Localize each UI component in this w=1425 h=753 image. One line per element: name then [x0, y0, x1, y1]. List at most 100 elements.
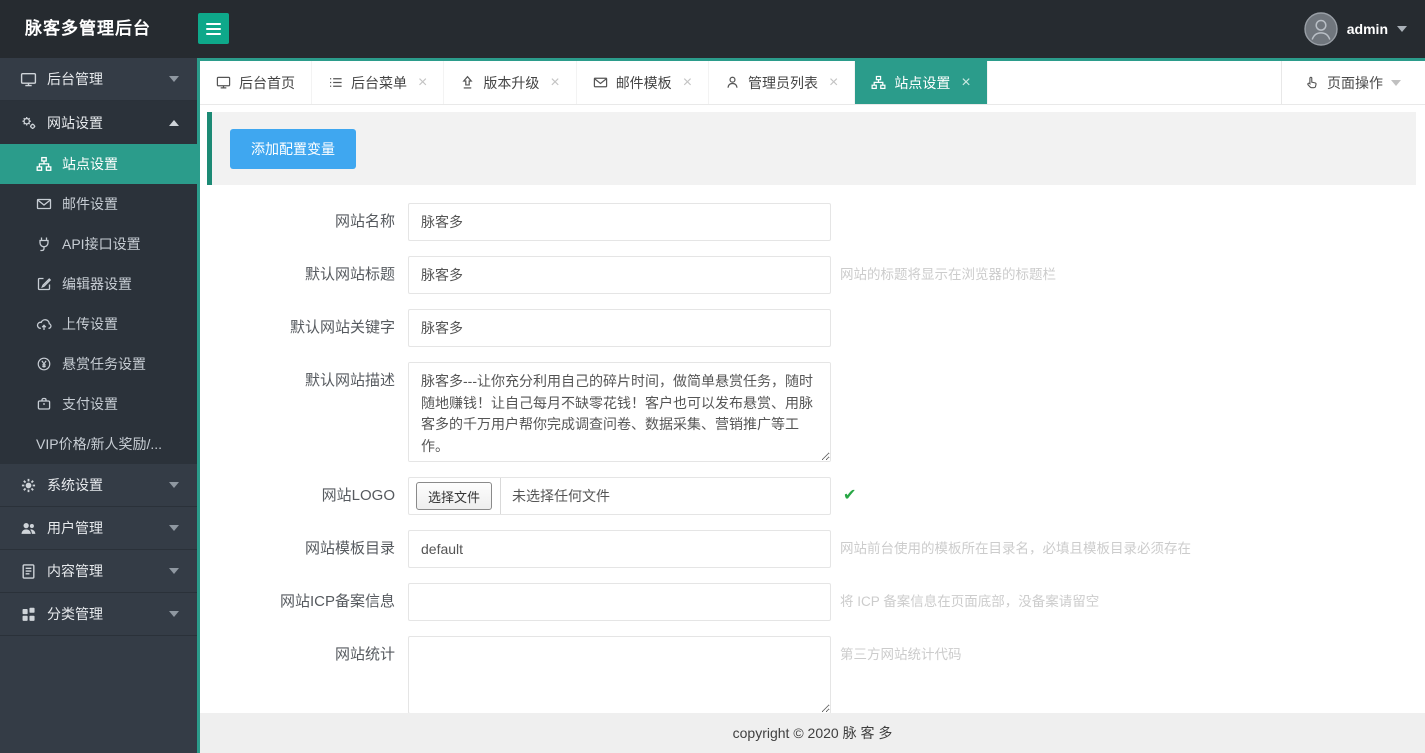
sidebar-item-label: 内容管理: [47, 563, 103, 579]
sidebar-item-label: 系统设置: [47, 477, 103, 493]
tab-label: 邮件模板: [615, 74, 672, 91]
sitemap-icon: [36, 156, 52, 172]
sidebar-item-label: 网站设置: [47, 114, 103, 131]
sidebar-item-label: 用户管理: [47, 520, 103, 536]
tab-version-upgrade[interactable]: 版本升级 ×: [444, 61, 577, 104]
tab-label: 后台首页: [239, 74, 295, 91]
page-actions-dropdown[interactable]: 页面操作: [1281, 61, 1425, 104]
user-menu[interactable]: admin: [1304, 0, 1407, 58]
default-title-input[interactable]: [408, 256, 831, 294]
tab-email-template[interactable]: 邮件模板 ×: [577, 61, 710, 104]
cloud-upload-icon: [36, 316, 52, 332]
site-name-input[interactable]: [408, 203, 831, 241]
form-row: 默认网站关键字: [200, 309, 1425, 347]
tab-label: 站点设置: [894, 74, 951, 91]
chevron-down-icon: [169, 76, 179, 82]
tab-label: 后台菜单: [351, 74, 407, 91]
username-label: admin: [1346, 21, 1388, 37]
sidebar-sub-upload-settings[interactable]: 上传设置: [0, 304, 197, 344]
form-row: 网站LOGO 选择文件 未选择任何文件 ✔: [200, 477, 1425, 515]
close-icon[interactable]: ×: [683, 74, 692, 91]
field-label: 网站名称: [334, 213, 395, 230]
chevron-down-icon: [169, 611, 179, 617]
chevron-down-icon: [169, 482, 179, 488]
sidebar-sub-reward-task-settings[interactable]: 悬赏任务设置: [0, 344, 197, 384]
sidebar: 后台管理 网站设置 站点设置 邮件设置 API接口设置 编辑器设置 上传设置 悬…: [0, 58, 200, 753]
sidebar-sub-payment-settings[interactable]: 支付设置: [0, 384, 197, 424]
chevron-down-icon: [1397, 26, 1407, 32]
close-icon[interactable]: ×: [829, 74, 838, 91]
sidebar-group-website-settings: 网站设置 站点设置 邮件设置 API接口设置 编辑器设置 上传设置 悬赏任务设置…: [0, 101, 197, 464]
divider: [500, 478, 502, 514]
tab-admin-menu[interactable]: 后台菜单 ×: [312, 61, 445, 104]
sidebar-sub-label: 悬赏任务设置: [62, 356, 146, 372]
sidebar-sub-label: 支付设置: [62, 396, 118, 412]
envelope-icon: [593, 75, 608, 90]
chevron-down-icon: [169, 525, 179, 531]
form-row: 网站ICP备案信息 将 ICP 备案信息在页面底部，没备案请留空: [200, 583, 1425, 621]
tab-label: 版本升级: [483, 74, 540, 91]
close-icon[interactable]: ×: [418, 74, 427, 91]
logo-file-input[interactable]: 选择文件 未选择任何文件: [408, 477, 831, 515]
yen-circle-icon: [36, 356, 52, 372]
tab-label: 管理员列表: [748, 74, 819, 91]
hand-pointer-icon: [1304, 75, 1319, 90]
icp-info-input[interactable]: [408, 583, 831, 621]
main-content: 添加配置变量 网站名称 默认网站标题 网站的标题将显示在浏览器的标题栏 默认网站…: [200, 105, 1425, 713]
sidebar-sub-vip-price[interactable]: VIP价格/新人奖励/...: [0, 424, 197, 464]
app-title: 脉客多管理后台: [25, 19, 151, 38]
default-description-textarea[interactable]: [408, 362, 831, 462]
sidebar-toggle-button[interactable]: [198, 13, 229, 44]
envelope-icon: [36, 196, 52, 212]
sidebar-item-user-manage[interactable]: 用户管理: [0, 507, 197, 550]
sidebar-sub-label: 上传设置: [62, 316, 118, 332]
field-label: 默认网站描述: [304, 372, 395, 389]
sidebar-sub-site-settings[interactable]: 站点设置: [0, 144, 197, 184]
sidebar-sub-label: 邮件设置: [62, 196, 118, 212]
field-hint: 网站的标题将显示在浏览器的标题栏: [840, 267, 1056, 282]
sidebar-item-label: 后台管理: [47, 71, 103, 87]
tab-home[interactable]: 后台首页: [200, 61, 312, 104]
upgrade-icon: [460, 75, 475, 90]
sidebar-item-admin-manage[interactable]: 后台管理: [0, 58, 197, 101]
sidebar-sub-label: 编辑器设置: [62, 276, 132, 292]
form-row: 默认网站描述: [200, 362, 1425, 462]
chevron-up-icon: [169, 119, 179, 126]
site-statistics-textarea[interactable]: [408, 636, 831, 713]
field-label: 网站LOGO: [321, 487, 395, 504]
grid-icon: [20, 606, 37, 623]
document-icon: [20, 563, 37, 580]
add-config-variable-button[interactable]: 添加配置变量: [230, 128, 356, 169]
sidebar-sub-email-settings[interactable]: 邮件设置: [0, 184, 197, 224]
field-label: 默认网站关键字: [289, 319, 395, 336]
toolbar-panel: 添加配置变量: [207, 112, 1416, 185]
field-label: 默认网站标题: [304, 266, 395, 283]
sidebar-item-website-settings[interactable]: 网站设置: [0, 101, 197, 144]
file-selected-label: 未选择任何文件: [512, 488, 611, 504]
sidebar-item-system-settings[interactable]: 系统设置: [0, 464, 197, 507]
close-icon[interactable]: ×: [961, 74, 970, 91]
sidebar-sub-editor-settings[interactable]: 编辑器设置: [0, 264, 197, 304]
template-dir-input[interactable]: [408, 530, 831, 568]
field-hint: 第三方网站统计代码: [840, 647, 962, 662]
sidebar-item-content-manage[interactable]: 内容管理: [0, 550, 197, 593]
sidebar-sub-api-settings[interactable]: API接口设置: [0, 224, 197, 264]
sidebar-item-category-manage[interactable]: 分类管理: [0, 593, 197, 636]
form-row: 网站模板目录 网站前台使用的模板所在目录名，必填且模板目录必须存在: [200, 530, 1425, 568]
choose-file-button[interactable]: 选择文件: [416, 482, 493, 510]
gears-icon: [20, 114, 37, 131]
site-settings-form: 网站名称 默认网站标题 网站的标题将显示在浏览器的标题栏 默认网站关键字 默认网…: [200, 203, 1425, 713]
field-label: 网站统计: [334, 646, 395, 663]
top-header: 脉客多管理后台 admin: [0, 0, 1425, 58]
tab-bar: 后台首页 后台菜单 × 版本升级 × 邮件模板 × 管理员列表 × 站点设置 ×…: [200, 58, 1425, 105]
close-icon[interactable]: ×: [550, 74, 559, 91]
default-keywords-input[interactable]: [408, 309, 831, 347]
sitemap-icon: [871, 75, 886, 90]
sidebar-item-label: 分类管理: [47, 606, 103, 622]
tab-admin-list[interactable]: 管理员列表 ×: [709, 61, 856, 104]
monitor-icon: [216, 75, 231, 90]
form-row: 默认网站标题 网站的标题将显示在浏览器的标题栏: [200, 256, 1425, 294]
sidebar-sub-label: API接口设置: [62, 236, 141, 252]
tab-site-settings[interactable]: 站点设置 ×: [855, 61, 988, 104]
gear-icon: [20, 477, 37, 494]
